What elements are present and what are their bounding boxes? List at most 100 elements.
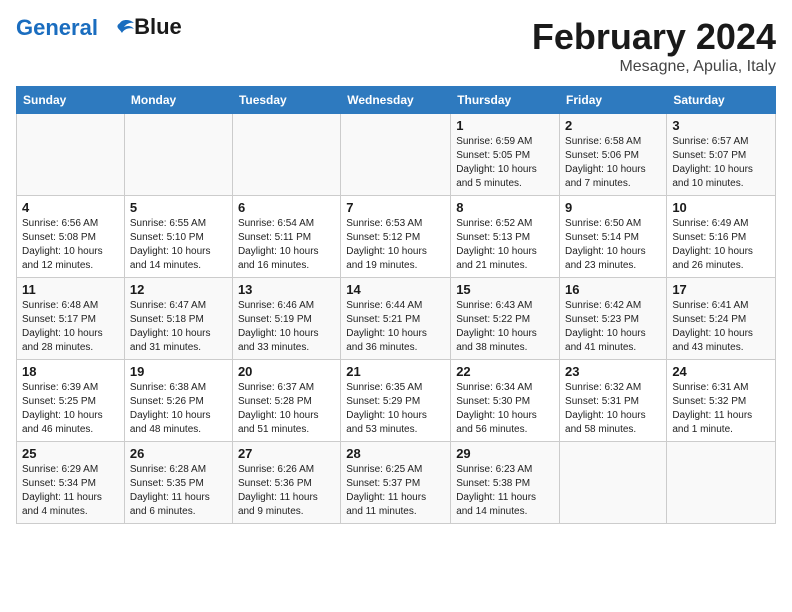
calendar-cell: 9 Sunrise: 6:50 AM Sunset: 5:14 PM Daylig… bbox=[560, 196, 667, 278]
day-number: 13 bbox=[238, 282, 335, 297]
day-number: 7 bbox=[346, 200, 445, 215]
week-row-3: 11Sunrise: 6:48 AM Sunset: 5:17 PM Dayli… bbox=[17, 278, 776, 360]
day-detail: Sunrise: 6:42 AM Sunset: 5:23 PM Dayligh… bbox=[565, 299, 661, 355]
day-detail: Sunrise: 6:37 AM Sunset: 5:28 PM Dayligh… bbox=[238, 381, 335, 437]
calendar-cell: 29Sunrise: 6:23 AM Sunset: 5:38 PM Dayli… bbox=[451, 442, 560, 524]
calendar-cell: 17Sunrise: 6:41 AM Sunset: 5:24 PM Dayli… bbox=[667, 278, 776, 360]
calendar-cell: 26Sunrise: 6:28 AM Sunset: 5:35 PM Dayli… bbox=[124, 442, 232, 524]
week-row-5: 25 Sunrise: 6:29 AM Sunset: 5:34 PM Dayli… bbox=[17, 442, 776, 524]
day-detail: Sunrise: 6:54 AM Sunset: 5:11 PM Dayligh… bbox=[238, 217, 335, 273]
day-detail: Sunrise: 6:59 AM Sunset: 5:05 PM Dayligh… bbox=[456, 135, 554, 191]
calendar-cell: 8 Sunrise: 6:52 AM Sunset: 5:13 PM Daylig… bbox=[451, 196, 560, 278]
day-detail: Sunrise: 6:25 AM Sunset: 5:37 PM Dayligh… bbox=[346, 463, 445, 519]
day-number: 15 bbox=[456, 282, 554, 297]
day-number: 26 bbox=[130, 446, 227, 461]
day-number: 19 bbox=[130, 364, 227, 379]
subtitle: Mesagne, Apulia, Italy bbox=[532, 58, 776, 76]
calendar-cell: 6 Sunrise: 6:54 AM Sunset: 5:11 PM Daylig… bbox=[232, 196, 340, 278]
calendar-cell: 22Sunrise: 6:34 AM Sunset: 5:30 PM Dayli… bbox=[451, 360, 560, 442]
day-number: 4 bbox=[22, 200, 119, 215]
header-row: SundayMondayTuesdayWednesdayThursdayFrid… bbox=[17, 87, 776, 114]
day-number: 5 bbox=[130, 200, 227, 215]
day-number: 14 bbox=[346, 282, 445, 297]
calendar-cell: 15 Sunrise: 6:43 AM Sunset: 5:22 PM Dayli… bbox=[451, 278, 560, 360]
calendar-cell: 14 Sunrise: 6:44 AM Sunset: 5:21 PM Dayli… bbox=[341, 278, 451, 360]
page-header: General Blue February 2024 Mesagne, Apul… bbox=[16, 16, 776, 76]
day-number: 9 bbox=[565, 200, 661, 215]
calendar-cell bbox=[232, 114, 340, 196]
day-number: 29 bbox=[456, 446, 554, 461]
day-detail: Sunrise: 6:50 AM Sunset: 5:14 PM Dayligh… bbox=[565, 217, 661, 273]
day-number: 20 bbox=[238, 364, 335, 379]
col-header-saturday: Saturday bbox=[667, 87, 776, 114]
day-detail: Sunrise: 6:41 AM Sunset: 5:24 PM Dayligh… bbox=[672, 299, 770, 355]
day-number: 24 bbox=[672, 364, 770, 379]
calendar-cell: 3 Sunrise: 6:57 AM Sunset: 5:07 PM Daylig… bbox=[667, 114, 776, 196]
day-detail: Sunrise: 6:58 AM Sunset: 5:06 PM Dayligh… bbox=[565, 135, 661, 191]
calendar-cell: 7 Sunrise: 6:53 AM Sunset: 5:12 PM Daylig… bbox=[341, 196, 451, 278]
week-row-4: 18Sunrise: 6:39 AM Sunset: 5:25 PM Dayli… bbox=[17, 360, 776, 442]
day-number: 25 bbox=[22, 446, 119, 461]
day-detail: Sunrise: 6:26 AM Sunset: 5:36 PM Dayligh… bbox=[238, 463, 335, 519]
col-header-sunday: Sunday bbox=[17, 87, 125, 114]
calendar-cell: 4 Sunrise: 6:56 AM Sunset: 5:08 PM Daylig… bbox=[17, 196, 125, 278]
day-detail: Sunrise: 6:47 AM Sunset: 5:18 PM Dayligh… bbox=[130, 299, 227, 355]
day-detail: Sunrise: 6:43 AM Sunset: 5:22 PM Dayligh… bbox=[456, 299, 554, 355]
day-detail: Sunrise: 6:52 AM Sunset: 5:13 PM Dayligh… bbox=[456, 217, 554, 273]
calendar-cell: 24Sunrise: 6:31 AM Sunset: 5:32 PM Dayli… bbox=[667, 360, 776, 442]
calendar-cell: 2 Sunrise: 6:58 AM Sunset: 5:06 PM Daylig… bbox=[560, 114, 667, 196]
day-detail: Sunrise: 6:48 AM Sunset: 5:17 PM Dayligh… bbox=[22, 299, 119, 355]
day-number: 6 bbox=[238, 200, 335, 215]
day-number: 3 bbox=[672, 118, 770, 133]
week-row-1: 1 Sunrise: 6:59 AM Sunset: 5:05 PM Daylig… bbox=[17, 114, 776, 196]
col-header-tuesday: Tuesday bbox=[232, 87, 340, 114]
calendar-table: SundayMondayTuesdayWednesdayThursdayFrid… bbox=[16, 86, 776, 524]
day-number: 10 bbox=[672, 200, 770, 215]
calendar-cell bbox=[124, 114, 232, 196]
calendar-cell: 23Sunrise: 6:32 AM Sunset: 5:31 PM Dayli… bbox=[560, 360, 667, 442]
day-number: 27 bbox=[238, 446, 335, 461]
day-number: 16 bbox=[565, 282, 661, 297]
calendar-cell: 19 Sunrise: 6:38 AM Sunset: 5:26 PM Dayli… bbox=[124, 360, 232, 442]
calendar-cell: 1 Sunrise: 6:59 AM Sunset: 5:05 PM Daylig… bbox=[451, 114, 560, 196]
calendar-cell: 21Sunrise: 6:35 AM Sunset: 5:29 PM Dayli… bbox=[341, 360, 451, 442]
calendar-cell: 18Sunrise: 6:39 AM Sunset: 5:25 PM Dayli… bbox=[17, 360, 125, 442]
calendar-cell: 10 Sunrise: 6:49 AM Sunset: 5:16 PM Dayli… bbox=[667, 196, 776, 278]
logo-text: General bbox=[16, 16, 134, 40]
calendar-cell: 5 Sunrise: 6:55 AM Sunset: 5:10 PM Daylig… bbox=[124, 196, 232, 278]
day-detail: Sunrise: 6:46 AM Sunset: 5:19 PM Dayligh… bbox=[238, 299, 335, 355]
calendar-cell: 28 Sunrise: 6:25 AM Sunset: 5:37 PM Dayli… bbox=[341, 442, 451, 524]
calendar-cell: 16 Sunrise: 6:42 AM Sunset: 5:23 PM Dayli… bbox=[560, 278, 667, 360]
calendar-cell bbox=[667, 442, 776, 524]
day-detail: Sunrise: 6:49 AM Sunset: 5:16 PM Dayligh… bbox=[672, 217, 770, 273]
day-detail: Sunrise: 6:29 AM Sunset: 5:34 PM Dayligh… bbox=[22, 463, 119, 519]
day-number: 22 bbox=[456, 364, 554, 379]
day-number: 8 bbox=[456, 200, 554, 215]
day-detail: Sunrise: 6:55 AM Sunset: 5:10 PM Dayligh… bbox=[130, 217, 227, 273]
day-number: 12 bbox=[130, 282, 227, 297]
day-detail: Sunrise: 6:44 AM Sunset: 5:21 PM Dayligh… bbox=[346, 299, 445, 355]
col-header-monday: Monday bbox=[124, 87, 232, 114]
day-number: 28 bbox=[346, 446, 445, 461]
day-detail: Sunrise: 6:39 AM Sunset: 5:25 PM Dayligh… bbox=[22, 381, 119, 437]
calendar-cell: 11Sunrise: 6:48 AM Sunset: 5:17 PM Dayli… bbox=[17, 278, 125, 360]
day-detail: Sunrise: 6:56 AM Sunset: 5:08 PM Dayligh… bbox=[22, 217, 119, 273]
day-number: 21 bbox=[346, 364, 445, 379]
calendar-cell: 25 Sunrise: 6:29 AM Sunset: 5:34 PM Dayli… bbox=[17, 442, 125, 524]
col-header-wednesday: Wednesday bbox=[341, 87, 451, 114]
calendar-cell: 13 Sunrise: 6:46 AM Sunset: 5:19 PM Dayli… bbox=[232, 278, 340, 360]
logo-bird-icon bbox=[106, 19, 134, 39]
day-number: 1 bbox=[456, 118, 554, 133]
day-detail: Sunrise: 6:32 AM Sunset: 5:31 PM Dayligh… bbox=[565, 381, 661, 437]
col-header-thursday: Thursday bbox=[451, 87, 560, 114]
day-number: 2 bbox=[565, 118, 661, 133]
logo: General Blue bbox=[16, 16, 182, 40]
day-detail: Sunrise: 6:38 AM Sunset: 5:26 PM Dayligh… bbox=[130, 381, 227, 437]
calendar-cell bbox=[560, 442, 667, 524]
month-title: February 2024 bbox=[532, 16, 776, 58]
day-detail: Sunrise: 6:53 AM Sunset: 5:12 PM Dayligh… bbox=[346, 217, 445, 273]
day-detail: Sunrise: 6:57 AM Sunset: 5:07 PM Dayligh… bbox=[672, 135, 770, 191]
calendar-cell: 12 Sunrise: 6:47 AM Sunset: 5:18 PM Dayli… bbox=[124, 278, 232, 360]
calendar-cell bbox=[17, 114, 125, 196]
calendar-cell: 20 Sunrise: 6:37 AM Sunset: 5:28 PM Dayli… bbox=[232, 360, 340, 442]
